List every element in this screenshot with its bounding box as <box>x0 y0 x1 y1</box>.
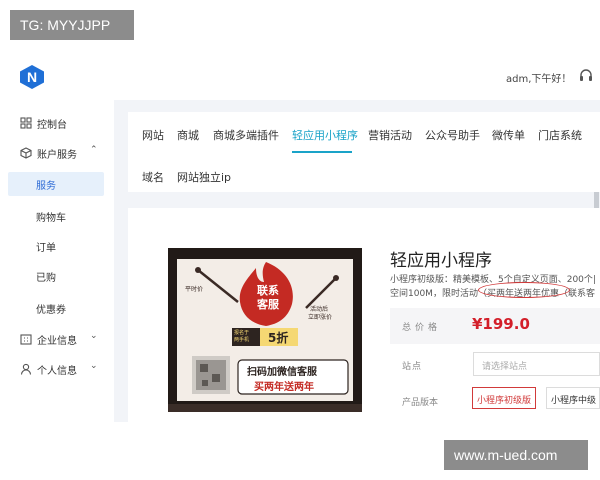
chevron-down-icon[interactable]: ⌄ <box>90 361 98 371</box>
building-icon <box>20 333 32 345</box>
version-option-basic[interactable]: 小程序初级版 <box>472 387 536 409</box>
tab-flyer[interactable]: 微传单 <box>492 127 525 143</box>
brand-logo-icon[interactable]: N <box>18 64 46 90</box>
version-option-intermediate[interactable]: 小程序中级 <box>546 387 600 409</box>
price-label: 总价格 <box>402 323 442 333</box>
headset-icon[interactable] <box>578 68 594 84</box>
site-select[interactable]: 请选择站点 <box>473 352 600 376</box>
grid-icon <box>20 117 32 129</box>
tab-dedicated-ip[interactable]: 网站独立ip <box>177 169 231 185</box>
tab-mall-plugin[interactable]: 商城多端插件 <box>213 127 279 143</box>
sidebar-item-label: 账户服务 <box>37 150 77 161</box>
top-header: N adm,下午好！ <box>0 54 600 100</box>
sidebar-subitem-label: 订单 <box>36 243 56 254</box>
sidebar-subitem-services[interactable]: 服务 <box>8 172 104 196</box>
user-greeting[interactable]: adm,下午好！ <box>506 70 571 85</box>
chevron-down-icon[interactable]: ⌄ <box>90 331 98 341</box>
sidebar-item-dashboard[interactable]: 控制台 <box>0 110 114 136</box>
poster-discount-note1: 报名于 <box>234 330 250 336</box>
sidebar-item-company-info[interactable]: 企业信息 ⌄ <box>0 326 114 352</box>
sidebar-subitem-label: 优惠券 <box>36 305 66 316</box>
watermark-top: TG: MYYJJPP <box>10 10 134 40</box>
poster-badge-line2: 客服 <box>257 298 279 311</box>
poster-qr-caption2: 买两年送两年 <box>254 382 314 393</box>
version-option-label: 小程序中级 <box>551 396 597 406</box>
site-label: 站点 <box>402 362 423 372</box>
cube-icon <box>20 147 32 159</box>
active-tab-indicator <box>292 151 352 153</box>
user-icon <box>20 363 32 375</box>
sidebar-item-personal-info[interactable]: 个人信息 ⌄ <box>0 356 114 382</box>
tab-mini-program[interactable]: 轻应用小程序 <box>292 127 358 143</box>
sidebar-subitem-label: 服务 <box>36 181 56 192</box>
tab-store-system[interactable]: 门店系统 <box>538 127 582 143</box>
poster-discount: 5折 <box>268 331 289 345</box>
poster-discount-note2: 两手机 <box>234 337 250 343</box>
poster-qr-caption1: 扫码加微信客服 <box>247 367 317 378</box>
sidebar-subitem-label: 已购 <box>36 273 56 284</box>
promo-highlight-circle <box>478 282 570 298</box>
tab-marketing[interactable]: 营销活动 <box>368 127 412 143</box>
poster-note-rise: 立即涨价 <box>308 314 333 321</box>
sidebar-item-label: 企业信息 <box>37 336 77 347</box>
sidebar-subitem-orders[interactable]: 订单 <box>8 234 104 258</box>
sidebar-subitem-label: 购物车 <box>36 213 66 224</box>
sidebar-subitem-cart[interactable]: 购物车 <box>8 204 104 228</box>
sidebar-item-label: 个人信息 <box>37 366 77 377</box>
tab-domain[interactable]: 域名 <box>142 169 164 185</box>
poster-note-regular-price: 平时价 <box>185 286 204 293</box>
version-label: 产品版本 <box>402 398 439 408</box>
sidebar: 控制台 账户服务 ⌃ 服务 购物车 订单 已购 优惠券 企业信息 ⌄ 个人信息 … <box>0 100 114 422</box>
sidebar-item-label: 控制台 <box>37 120 67 131</box>
sidebar-item-account-services[interactable]: 账户服务 ⌃ <box>0 140 114 166</box>
sidebar-subitem-coupons[interactable]: 优惠券 <box>8 296 104 320</box>
watermark-bottom: www.m-ued.com <box>444 440 588 470</box>
chevron-up-icon[interactable]: ⌃ <box>90 145 98 155</box>
site-select-placeholder: 请选择站点 <box>482 362 528 372</box>
svg-text:N: N <box>27 69 37 85</box>
tab-website[interactable]: 网站 <box>142 127 164 143</box>
tab-official-account[interactable]: 公众号助手 <box>425 127 480 143</box>
sidebar-subitem-purchased[interactable]: 已购 <box>8 264 104 288</box>
version-option-label: 小程序初级版 <box>477 396 532 406</box>
product-title: 轻应用小程序 <box>390 251 492 271</box>
product-poster-image[interactable]: 平时价 联系 客服 活动后 立即涨价 报名于 两手机 5折 扫码加微信客服 买两… <box>168 248 362 412</box>
price-value: ¥199.0 <box>472 315 530 333</box>
tab-mall[interactable]: 商城 <box>177 127 199 143</box>
